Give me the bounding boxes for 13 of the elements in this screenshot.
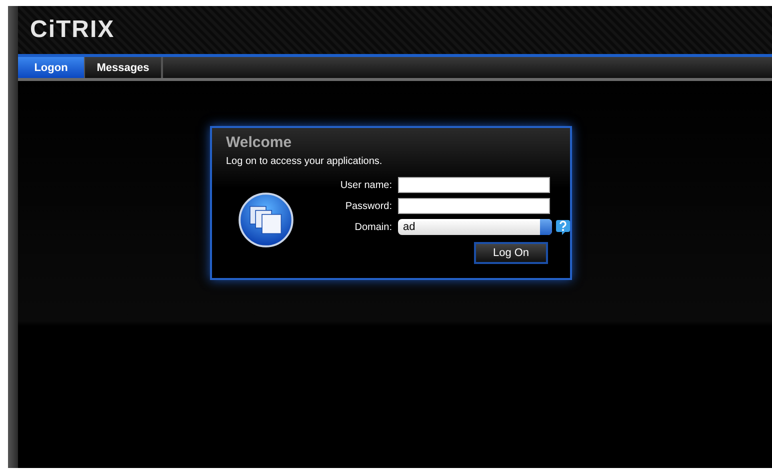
tab[interactable]: Logon <box>18 57 85 78</box>
help-icon[interactable] <box>556 219 570 235</box>
domain-dropdown[interactable]: ad <box>398 219 552 235</box>
tab[interactable]: Messages <box>85 57 162 78</box>
username-field[interactable] <box>398 177 550 193</box>
field-label: Domain: <box>354 222 392 232</box>
field-label: Password: <box>345 200 392 212</box>
logo: CiTRIX <box>30 16 115 44</box>
dialog-subtitle: Log on to access your applications. <box>226 156 382 167</box>
dialog-title: Welcome <box>226 134 292 151</box>
field-label: User name: <box>340 180 392 190</box>
log-on-button[interactable]: Log On <box>474 242 548 264</box>
password-field[interactable] <box>398 198 550 214</box>
